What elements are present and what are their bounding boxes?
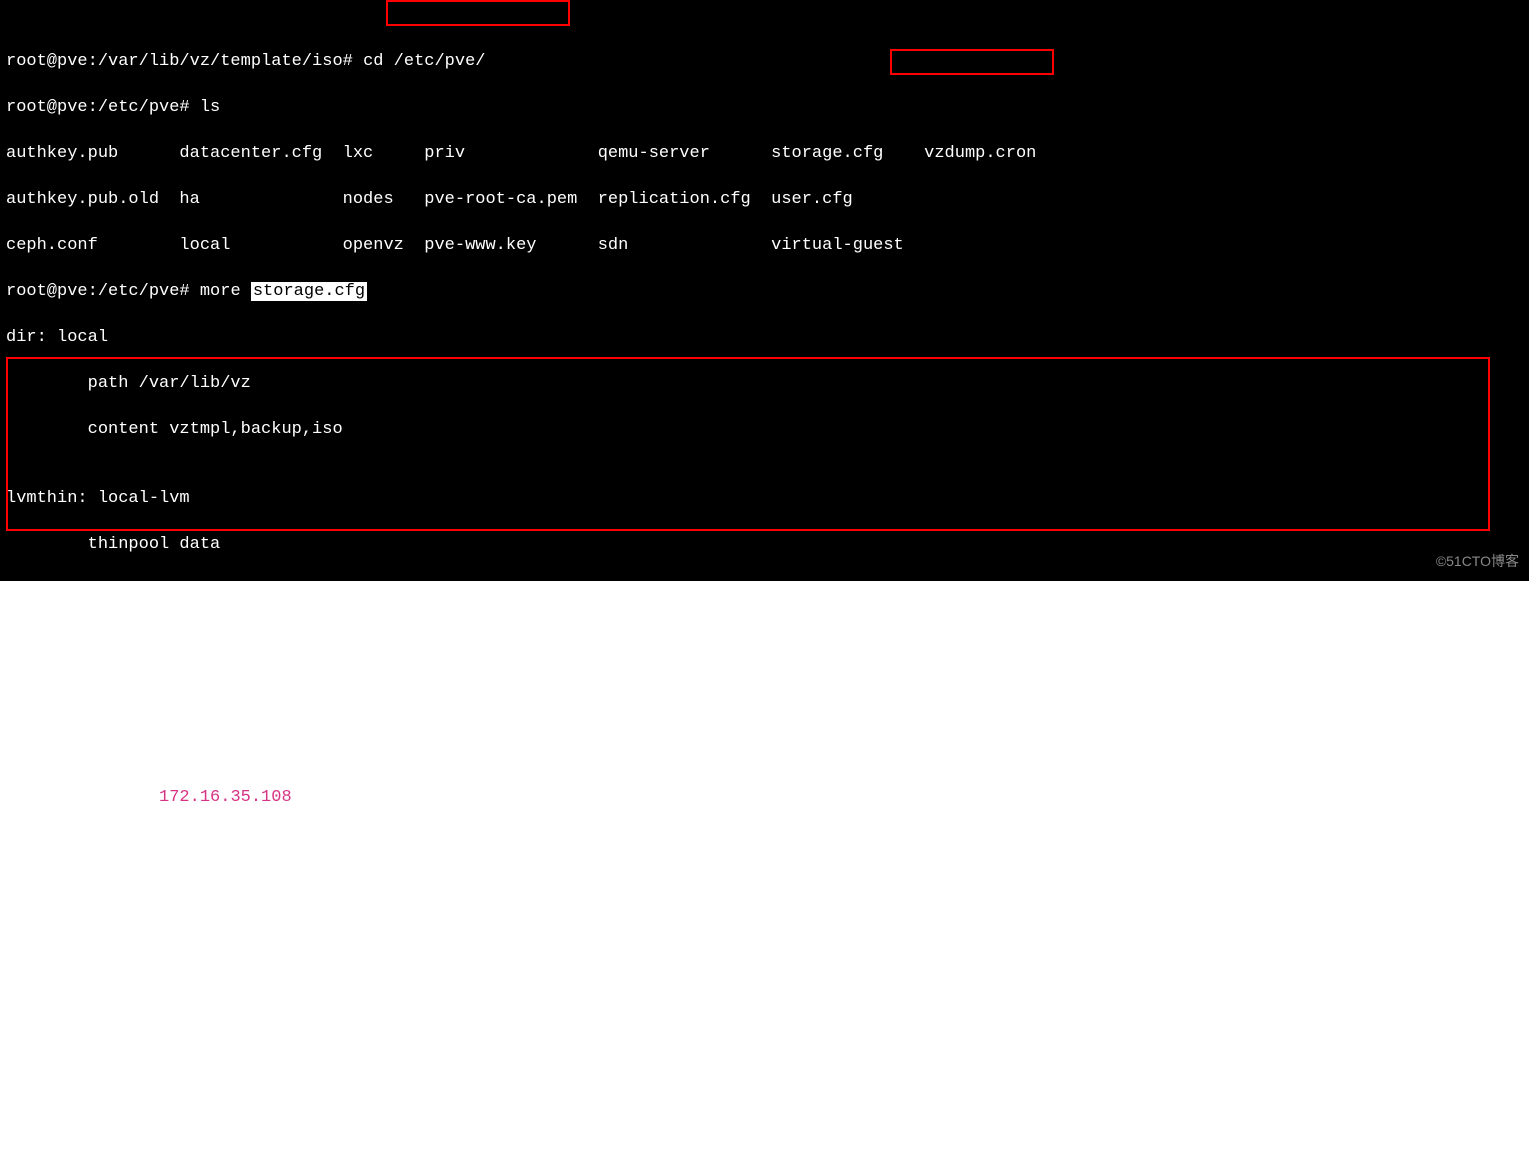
cursor-icon — [200, 1065, 210, 1083]
cmd-ls: ls — [200, 98, 220, 117]
cfg-dir-header: dir: local — [6, 326, 1529, 349]
prompt-line-3: root@pve:/etc/pve# more storage.cfg — [6, 280, 1529, 303]
blank-after-cfg — [6, 1016, 1529, 1039]
ls-output-row-2: authkey.pub.old ha nodes pve-root-ca.pem… — [6, 188, 1529, 211]
cfg-pbs-fingerprint: fingerprint 6a:04:38:3c:d6:45:04:a4:8b:0… — [6, 878, 1529, 901]
ls-output-row-1: authkey.pub datacenter.cfg lxc priv qemu… — [6, 142, 1529, 165]
cfg-pbs-server-ip: 172.16.35.108 — [159, 788, 292, 807]
prompt-final: root@pve:/etc/pve# — [6, 1064, 200, 1083]
cfg-lvm-vgname: vgname pve — [6, 579, 1529, 602]
prompt-1: root@pve:/var/lib/vz/template/iso# — [6, 52, 363, 71]
cfg-pbs-server-label: server — [6, 788, 159, 807]
cfg-lvm-content: content rootdir,images — [6, 625, 1529, 648]
cfg-lvm-header: lvmthin: local-lvm — [6, 487, 1529, 510]
terminal-window[interactable]: root@pve:/var/lib/vz/template/iso# cd /e… — [0, 0, 1529, 581]
ls-output-row-3: ceph.conf local openvz pve-www.key sdn v… — [6, 234, 1529, 257]
cfg-pbs-server-line: server 172.16.35.108 — [6, 786, 1529, 809]
cfg-pbs-datastore: datastore data — [6, 740, 1529, 763]
prompt-3: root@pve:/etc/pve# — [6, 282, 200, 301]
cfg-pbs-prune: prune-backups keep-last=3 — [6, 924, 1529, 947]
cfg-dir-content: content vztmpl,backup,iso — [6, 418, 1529, 441]
cfg-lvm-thinpool: thinpool data — [6, 533, 1529, 556]
highlight-box-cd-cmd — [386, 0, 570, 26]
prompt-line-2: root@pve:/etc/pve# ls — [6, 96, 1529, 119]
prompt-2: root@pve:/etc/pve# — [6, 98, 200, 117]
cfg-dir-path: path /var/lib/vz — [6, 372, 1529, 395]
prompt-line-final[interactable]: root@pve:/etc/pve# — [6, 1062, 1529, 1085]
cfg-pbs-header: pbs: pbs108 — [6, 694, 1529, 717]
cmd-more-arg-highlight: storage.cfg — [251, 282, 367, 301]
cfg-pbs-content: content backup — [6, 832, 1529, 855]
watermark-label: ©51CTO博客 — [1436, 550, 1519, 573]
cmd-more: more — [200, 282, 251, 301]
prompt-line-1: root@pve:/var/lib/vz/template/iso# cd /e… — [6, 50, 1529, 73]
cmd-cd: cd /etc/pve/ — [363, 52, 485, 71]
cfg-pbs-username: username sery@pbs — [6, 970, 1529, 993]
